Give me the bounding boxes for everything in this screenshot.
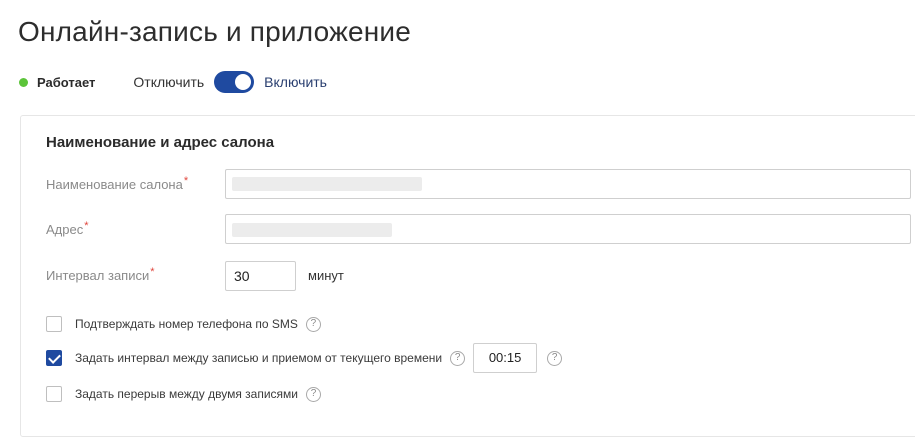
break-between-checkbox[interactable] <box>46 386 62 402</box>
address-label-text: Адрес <box>46 222 84 237</box>
break-between-label: Задать перерыв между двумя записями <box>75 387 298 401</box>
toggle-on-label[interactable]: Включить <box>264 74 327 90</box>
option-break-between: Задать перерыв между двумя записями ? <box>46 386 321 402</box>
sms-confirm-label: Подтверждать номер телефона по SMS <box>75 317 298 331</box>
interval-label: Интервал записи* <box>46 266 155 283</box>
salon-name-label: Наименование салона* <box>46 175 189 192</box>
required-mark: * <box>150 266 155 278</box>
sms-confirm-checkbox[interactable] <box>46 316 62 332</box>
address-label: Адрес* <box>46 220 89 237</box>
online-booking-toggle[interactable] <box>214 71 255 93</box>
booking-interval-checkbox[interactable] <box>46 350 62 366</box>
toggle-off-label[interactable]: Отключить <box>133 74 204 90</box>
interval-label-text: Интервал записи <box>46 268 150 283</box>
help-icon[interactable]: ? <box>305 386 321 402</box>
interval-unit: минут <box>308 268 344 283</box>
toggle-knob <box>235 74 252 90</box>
help-icon[interactable]: ? <box>305 316 321 332</box>
salon-name-input[interactable] <box>225 169 911 199</box>
option-sms-confirm: Подтверждать номер телефона по SMS ? <box>46 316 321 332</box>
salon-name-label-text: Наименование салона <box>46 177 183 192</box>
status-row: Работает Отключить Включить <box>19 70 327 94</box>
status-dot-icon <box>19 77 28 87</box>
booking-interval-label: Задать интервал между записью и приемом … <box>75 351 443 365</box>
redacted-value <box>232 177 422 191</box>
help-icon[interactable]: ? <box>450 350 466 366</box>
help-icon[interactable]: ? <box>547 350 563 366</box>
required-mark: * <box>183 175 189 187</box>
booking-interval-time-input[interactable]: 00:15 <box>473 343 538 373</box>
page-title: Онлайн-запись и приложение <box>18 16 412 47</box>
status-text: Работает <box>37 74 96 90</box>
salon-settings-panel: Наименование и адрес салона Наименование… <box>20 115 915 437</box>
interval-input[interactable]: 30 <box>225 261 296 291</box>
redacted-value <box>232 223 392 237</box>
section-title: Наименование и адрес салона <box>46 134 275 151</box>
required-mark: * <box>84 220 89 232</box>
option-booking-interval: Задать интервал между записью и приемом … <box>46 343 563 373</box>
address-input[interactable] <box>225 214 911 244</box>
